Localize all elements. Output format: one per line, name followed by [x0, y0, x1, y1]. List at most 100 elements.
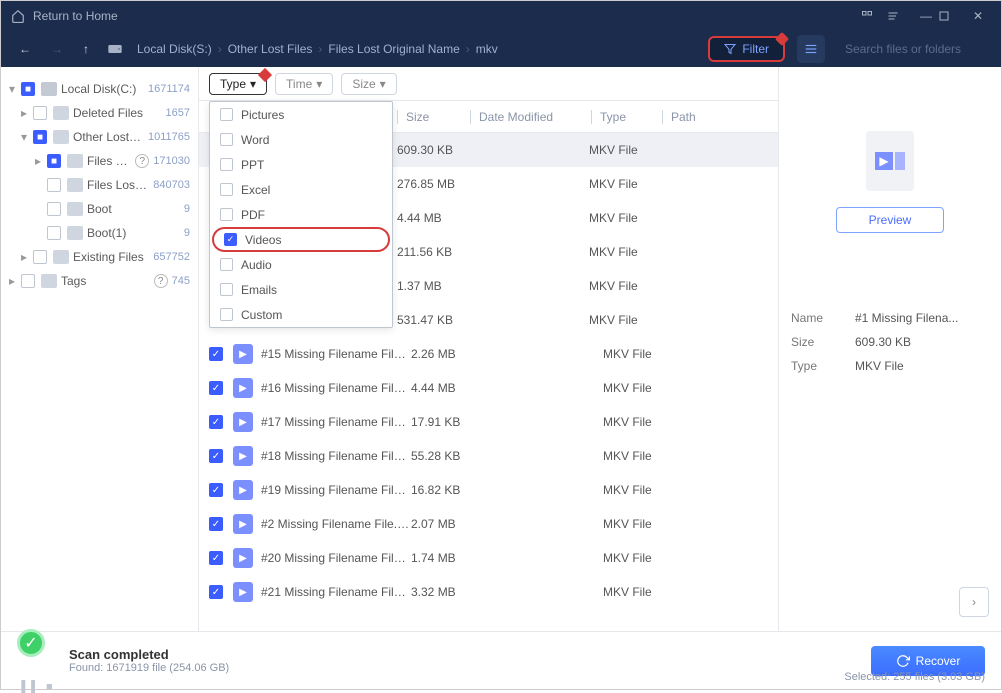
- checkbox[interactable]: [220, 133, 233, 146]
- nav-back-icon[interactable]: ←: [15, 42, 35, 56]
- dropdown-item[interactable]: Custom: [210, 302, 392, 327]
- checkbox[interactable]: ✓: [209, 381, 223, 395]
- checkbox[interactable]: ✓: [209, 585, 223, 599]
- tree-item[interactable]: ▾ ■ Local Disk(C:) 1671174: [5, 77, 194, 101]
- folder-icon: [67, 226, 83, 240]
- tree-toggle-icon[interactable]: ▸: [21, 250, 33, 264]
- file-row[interactable]: ✓ ▶ #18 Missing Filename File.mkv 55.28 …: [199, 439, 778, 473]
- tree-item[interactable]: ▸ Existing Files 657752: [5, 245, 194, 269]
- checkbox[interactable]: [33, 106, 47, 120]
- tree-item[interactable]: Boot 9: [5, 197, 194, 221]
- breadcrumb-item[interactable]: Files Lost Original Name: [328, 42, 459, 56]
- file-row[interactable]: ✓ ▶ #16 Missing Filename File.mkv 4.44 M…: [199, 371, 778, 405]
- file-row[interactable]: ✓ ▶ #21 Missing Filename File.mkv 3.32 M…: [199, 575, 778, 609]
- disk-icon: [105, 41, 125, 57]
- dropdown-item[interactable]: Emails: [210, 277, 392, 302]
- checkbox[interactable]: ✓: [209, 347, 223, 361]
- checkbox[interactable]: [47, 226, 61, 240]
- checkbox[interactable]: [220, 158, 233, 171]
- checkbox[interactable]: ✓: [209, 483, 223, 497]
- checkbox[interactable]: ✓: [224, 233, 237, 246]
- tree-toggle-icon[interactable]: ▾: [21, 130, 33, 144]
- checkbox[interactable]: [220, 183, 233, 196]
- checkbox[interactable]: ✓: [209, 517, 223, 531]
- nav-up-icon[interactable]: ↑: [79, 42, 93, 56]
- col-path[interactable]: Path: [663, 110, 778, 124]
- view-mode-button[interactable]: [797, 35, 825, 63]
- checkbox[interactable]: ■: [47, 154, 61, 168]
- checkbox[interactable]: [21, 274, 35, 288]
- tree-count: 171030: [153, 155, 190, 167]
- tree-toggle-icon[interactable]: ▸: [9, 274, 21, 288]
- filter-time-pill[interactable]: Time ▾: [275, 73, 333, 95]
- minimize-button[interactable]: —: [913, 9, 939, 23]
- badge-icon: [258, 67, 272, 81]
- tree-item[interactable]: ▸ Deleted Files 1657: [5, 101, 194, 125]
- tree-item[interactable]: Files Lost Original ... 840703: [5, 173, 194, 197]
- file-row[interactable]: ✓ ▶ #19 Missing Filename File.mkv 16.82 …: [199, 473, 778, 507]
- return-home-link[interactable]: Return to Home: [33, 9, 861, 23]
- tree-toggle-icon[interactable]: ▸: [35, 154, 47, 168]
- preview-button[interactable]: Preview: [836, 207, 944, 233]
- close-button[interactable]: ✕: [965, 9, 991, 23]
- search-input[interactable]: [845, 42, 1000, 56]
- dropdown-item[interactable]: PDF: [210, 202, 392, 227]
- grid-icon[interactable]: [861, 10, 887, 22]
- dropdown-item[interactable]: Word: [210, 127, 392, 152]
- breadcrumb-item[interactable]: Local Disk(S:): [137, 42, 212, 56]
- filter-bar: Type ▾ Time ▾ Size ▾: [199, 67, 778, 101]
- dropdown-item[interactable]: ✓Videos: [212, 227, 390, 252]
- dropdown-item[interactable]: Audio: [210, 252, 392, 277]
- dropdown-item[interactable]: PPT: [210, 152, 392, 177]
- filter-size-pill[interactable]: Size ▾: [341, 73, 396, 95]
- checkbox[interactable]: [220, 108, 233, 121]
- file-row[interactable]: ✓ ▶ #17 Missing Filename File.mkv 17.91 …: [199, 405, 778, 439]
- checkbox[interactable]: [220, 283, 233, 296]
- tree-item[interactable]: ▾ ■ Other Lost Files 1011765: [5, 125, 194, 149]
- menu-icon[interactable]: [887, 10, 913, 22]
- tree-toggle-icon[interactable]: ▸: [21, 106, 33, 120]
- checkbox[interactable]: ✓: [209, 415, 223, 429]
- dropdown-item[interactable]: Pictures: [210, 102, 392, 127]
- tree-label: Boot(1): [87, 226, 180, 240]
- col-size[interactable]: Size: [398, 110, 470, 124]
- col-type[interactable]: Type: [592, 110, 662, 124]
- tree-item[interactable]: ▸ Tags ? 745: [5, 269, 194, 293]
- col-date[interactable]: Date Modified: [471, 110, 591, 124]
- folder-icon: [53, 250, 69, 264]
- breadcrumb-item[interactable]: Other Lost Files: [228, 42, 313, 56]
- search-box[interactable]: [837, 35, 987, 63]
- filter-button[interactable]: Filter: [708, 36, 785, 62]
- tree-item[interactable]: Boot(1) 9: [5, 221, 194, 245]
- checkbox[interactable]: [33, 250, 47, 264]
- tree-toggle-icon[interactable]: ▾: [9, 82, 21, 96]
- pause-icon[interactable]: ▌▌ ■: [21, 681, 54, 693]
- file-type: MKV File: [603, 347, 673, 361]
- dropdown-item[interactable]: Excel: [210, 177, 392, 202]
- file-name: #21 Missing Filename File.mkv: [261, 585, 411, 599]
- checkbox[interactable]: ■: [33, 130, 47, 144]
- file-row[interactable]: ✓ ▶ #15 Missing Filename File.mkv 2.26 M…: [199, 337, 778, 371]
- checkbox[interactable]: [220, 258, 233, 271]
- video-file-icon: ▶: [233, 582, 253, 602]
- file-row[interactable]: ✓ ▶ #2 Missing Filename File.mkv 2.07 MB…: [199, 507, 778, 541]
- maximize-button[interactable]: [939, 11, 965, 21]
- checkbox[interactable]: [220, 308, 233, 321]
- navigation-toolbar: ← → ↑ Local Disk(S:)› Other Lost Files› …: [1, 31, 1001, 67]
- breadcrumb-item[interactable]: mkv: [476, 42, 498, 56]
- checkbox[interactable]: ✓: [209, 449, 223, 463]
- file-row[interactable]: ✓ ▶ #20 Missing Filename File.mkv 1.74 M…: [199, 541, 778, 575]
- file-name: #17 Missing Filename File.mkv: [261, 415, 411, 429]
- home-icon[interactable]: [11, 9, 25, 23]
- help-icon[interactable]: ?: [154, 274, 168, 288]
- next-button[interactable]: ›: [959, 587, 989, 617]
- help-icon[interactable]: ?: [135, 154, 149, 168]
- filter-type-pill[interactable]: Type ▾: [209, 73, 267, 95]
- tree-item[interactable]: ▸ ■ Files Lost Origi... ? 171030: [5, 149, 194, 173]
- checkbox[interactable]: ■: [21, 82, 35, 96]
- checkbox[interactable]: [47, 202, 61, 216]
- file-size: 3.32 MB: [411, 585, 483, 599]
- checkbox[interactable]: [47, 178, 61, 192]
- checkbox[interactable]: ✓: [209, 551, 223, 565]
- checkbox[interactable]: [220, 208, 233, 221]
